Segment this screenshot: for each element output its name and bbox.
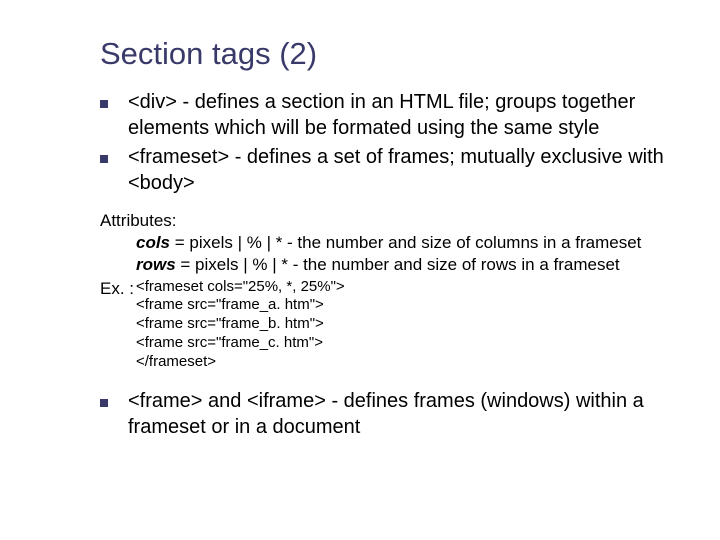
example-row: Ex. : <frameset cols="25%, *, 25%"> <fra… [100,278,680,372]
attribute-name: cols [136,233,170,252]
example-label: Ex. : [100,278,136,300]
bullet-item: <div> - defines a section in an HTML fil… [100,90,680,141]
bullet-item: <frameset> - defines a set of frames; mu… [100,145,680,196]
bullet-list-2: <frame> and <iframe> - defines frames (w… [100,389,680,440]
slide-title: Section tags (2) [100,36,680,72]
bullet-list-1: <div> - defines a section in an HTML fil… [100,90,680,196]
attributes-lines: cols = pixels | % | * - the number and s… [136,232,680,276]
attribute-line: cols = pixels | % | * - the number and s… [136,232,680,254]
attribute-rest: = pixels | % | * - the number and size o… [176,255,620,274]
attributes-heading: Attributes: [100,210,680,232]
attributes-block: Attributes: cols = pixels | % | * - the … [100,210,680,371]
bullet-item: <frame> and <iframe> - defines frames (w… [100,389,680,440]
attribute-rest: = pixels | % | * - the number and size o… [170,233,641,252]
attribute-line: rows = pixels | % | * - the number and s… [136,254,680,276]
attribute-name: rows [136,255,176,274]
example-code: <frameset cols="25%, *, 25%"> <frame src… [136,278,345,372]
slide: Section tags (2) <div> - defines a secti… [0,0,720,540]
